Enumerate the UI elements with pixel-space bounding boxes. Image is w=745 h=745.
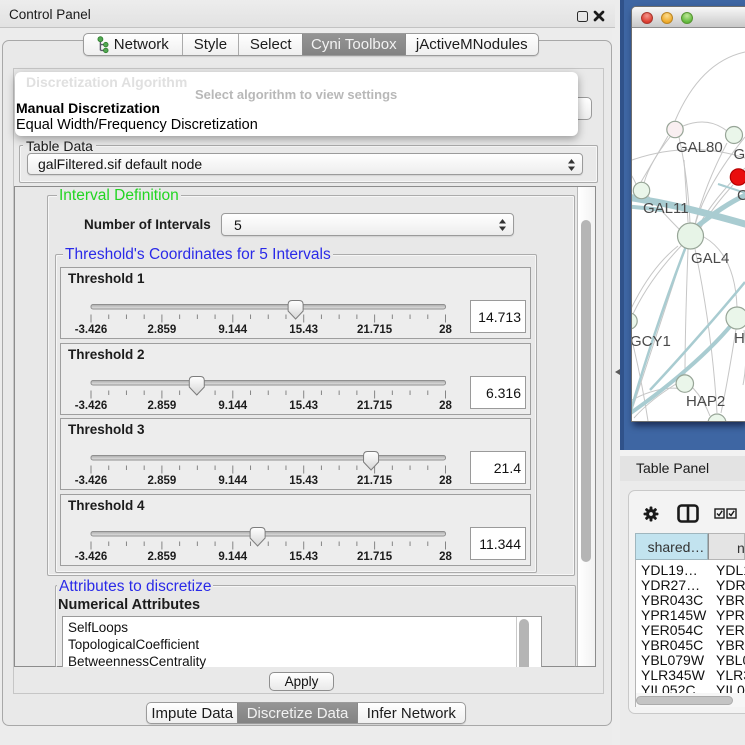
svg-text:28: 28 — [439, 475, 452, 487]
svg-text:21.715: 21.715 — [357, 475, 393, 487]
svg-text:-3.426: -3.426 — [75, 400, 108, 412]
svg-text:GAL80: GAL80 — [676, 139, 723, 156]
svg-text:9.144: 9.144 — [218, 475, 247, 487]
svg-text:28: 28 — [439, 400, 452, 412]
svg-text:2.859: 2.859 — [148, 551, 177, 563]
svg-text:2.859: 2.859 — [148, 475, 177, 487]
svg-text:G.: G. — [734, 146, 745, 163]
svg-text:9.144: 9.144 — [218, 324, 247, 336]
svg-text:HAP2: HAP2 — [686, 393, 725, 410]
svg-text:C: C — [737, 187, 745, 204]
svg-text:21.715: 21.715 — [357, 400, 393, 412]
svg-text:9.144: 9.144 — [218, 551, 247, 563]
svg-text:GAL11: GAL11 — [643, 200, 689, 217]
svg-text:GAL4: GAL4 — [691, 250, 729, 267]
svg-text:-3.426: -3.426 — [75, 324, 108, 336]
svg-text:15.43: 15.43 — [289, 551, 318, 563]
svg-text:28: 28 — [439, 324, 452, 336]
svg-text:21.715: 21.715 — [357, 324, 393, 336]
svg-text:15.43: 15.43 — [289, 400, 318, 412]
svg-text:15.43: 15.43 — [289, 475, 318, 487]
svg-text:2.859: 2.859 — [148, 400, 177, 412]
svg-text:H: H — [734, 330, 745, 347]
svg-text:28: 28 — [439, 551, 452, 563]
svg-text:9.144: 9.144 — [218, 400, 247, 412]
svg-text:21.715: 21.715 — [357, 551, 393, 563]
svg-text:2.859: 2.859 — [148, 324, 177, 336]
svg-text:15.43: 15.43 — [289, 324, 318, 336]
svg-text:GCY1: GCY1 — [632, 333, 671, 350]
svg-text:-3.426: -3.426 — [75, 475, 108, 487]
svg-text:-3.426: -3.426 — [75, 551, 108, 563]
